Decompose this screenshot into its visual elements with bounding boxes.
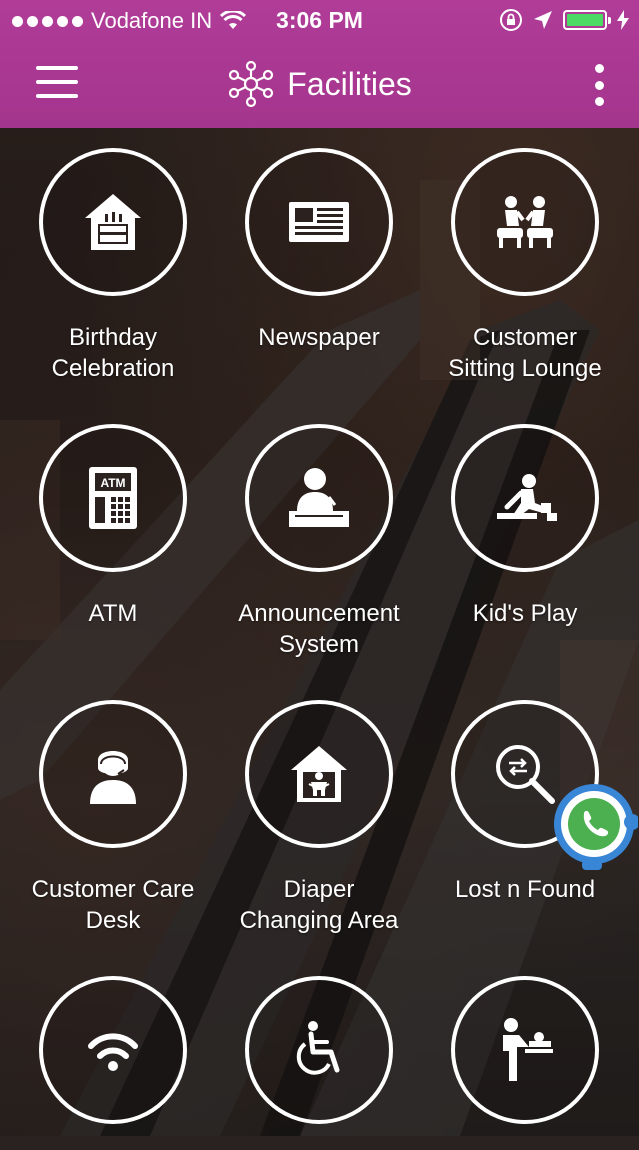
facility-icon-ring: ATM [39,424,187,572]
app-bar: Vodafone IN 3:06 PM Facilities [0,0,639,128]
facility-atm[interactable]: ATM ATM [10,424,216,629]
facility-icon-ring [245,700,393,848]
network-nodes-icon [229,60,274,108]
facility-label: Kid's Play [472,600,578,627]
kids-play-icon [497,474,557,521]
facility-icon-ring [39,976,187,1124]
customer-care-agent-icon [90,751,136,804]
facility-icon-ring [245,424,393,572]
facility-diaper-changing-area[interactable]: Diaper Changing Area [216,700,422,936]
overflow-menu-button[interactable] [589,64,609,106]
svg-text:ATM: ATM [100,476,125,490]
facility-announcement-system[interactable]: Announcement System [216,424,422,660]
facility-label: Customer Sitting Lounge [448,324,602,382]
diaper-changing-house-icon [291,746,347,802]
facility-label: Newspaper [258,324,380,351]
facility-label: Announcement System [238,600,400,658]
location-arrow-icon [534,11,552,29]
battery-icon [563,10,611,30]
facility-icon-ring [245,976,393,1124]
wifi-icon [88,1033,138,1071]
facility-icon-ring [245,148,393,296]
facility-icon-ring [39,700,187,848]
header: Facilities [0,40,639,128]
wheelchair-icon [296,1021,340,1075]
facility-wifi[interactable] [10,976,216,1150]
header-title-group: Facilities [0,60,639,108]
status-bar: Vodafone IN 3:06 PM [0,0,639,40]
whatsapp-chat-button[interactable] [548,780,639,870]
facility-label: Birthday Celebration [51,324,175,382]
facility-newspaper[interactable]: Newspaper [216,148,422,353]
facility-wheelchair-access[interactable] [216,976,422,1150]
orientation-lock-icon [500,9,522,31]
facility-label: Lost n Found [454,876,596,903]
facility-kids-play[interactable]: Kid's Play [422,424,628,629]
facility-customer-care-desk[interactable]: Customer Care Desk [10,700,216,936]
facility-icon-ring [39,148,187,296]
facility-icon-ring [451,148,599,296]
lounge-seating-icon [497,196,553,248]
baby-change-station-icon [503,1018,553,1081]
charging-bolt-icon [617,10,629,30]
page-title: Facilities [287,65,412,102]
birthday-cake-house-icon [85,194,141,250]
facility-baby-change-station[interactable] [422,976,628,1150]
facilities-grid: Birthday Celebration Newspaper Customer … [0,128,639,1136]
newspaper-icon [289,202,349,242]
facility-customer-sitting-lounge[interactable]: Customer Sitting Lounge [422,148,628,384]
atm-icon: ATM [89,467,137,529]
facility-icon-ring [451,424,599,572]
facility-birthday-celebration[interactable]: Birthday Celebration [10,148,216,384]
facility-icon-ring [451,976,599,1124]
facility-label: Diaper Changing Area [239,876,399,934]
announcement-podium-icon [289,468,349,527]
facility-label: Customer Care Desk [31,876,195,934]
whatsapp-chat-icon [554,784,639,870]
facility-label: ATM [88,600,138,627]
